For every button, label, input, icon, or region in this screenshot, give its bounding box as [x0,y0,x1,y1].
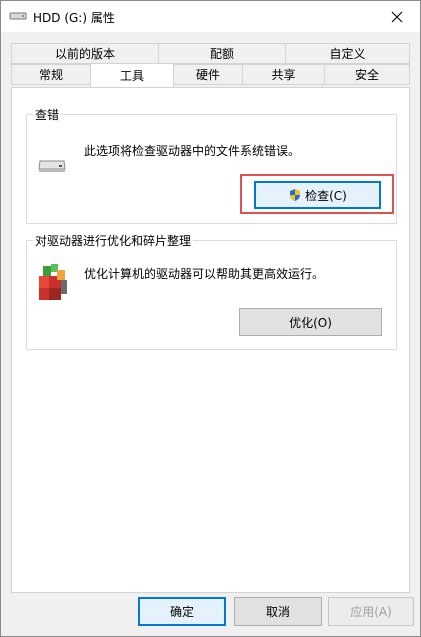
check-button[interactable]: 检查(C) [254,181,381,209]
tab-previous-versions[interactable]: 以前的版本 [11,43,159,64]
optimize-button-label: 优化(O) [289,315,332,330]
window-title: HDD (G:) 属性 [33,11,115,25]
close-button[interactable] [374,1,420,32]
error-check-description: 此选项将检查驱动器中的文件系统错误。 [84,144,301,158]
optimize-group: 对驱动器进行优化和碎片整理 优化计算机的驱动器可以帮助其更高效运行。 优化(O) [26,232,397,350]
error-check-heading: 查错 [33,106,62,123]
tab-general[interactable]: 常规 [11,64,91,85]
uac-shield-icon [290,189,301,201]
tab-security[interactable]: 安全 [324,64,410,85]
title-bar: HDD (G:) 属性 [1,1,420,32]
tab-tools[interactable]: 工具 [90,63,174,87]
error-check-group: 查错 此选项将检查驱动器中的文件系统错误。 检查(C) [26,106,397,224]
properties-window: HDD (G:) 属性 以前的版本 配额 自定义 常规 工具 硬件 共享 安全 … [0,0,421,637]
optimize-heading: 对驱动器进行优化和碎片整理 [33,232,194,249]
close-icon [391,11,403,22]
drive-icon [9,12,27,20]
defrag-icon [39,264,67,300]
tab-quota[interactable]: 配额 [158,43,286,64]
drive-icon [38,160,66,172]
tab-hardware[interactable]: 硬件 [173,64,243,85]
check-button-label: 检查(C) [305,188,347,203]
cancel-button[interactable]: 取消 [234,597,322,626]
optimize-description: 优化计算机的驱动器可以帮助其更高效运行。 [84,267,325,281]
tab-customize[interactable]: 自定义 [285,43,410,64]
tools-panel: 查错 此选项将检查驱动器中的文件系统错误。 检查(C) 对驱动器进行优化和碎片整… [11,87,410,593]
tab-sharing[interactable]: 共享 [242,64,325,85]
optimize-button[interactable]: 优化(O) [239,308,382,336]
ok-button[interactable]: 确定 [138,597,226,626]
apply-button[interactable]: 应用(A) [328,597,414,626]
